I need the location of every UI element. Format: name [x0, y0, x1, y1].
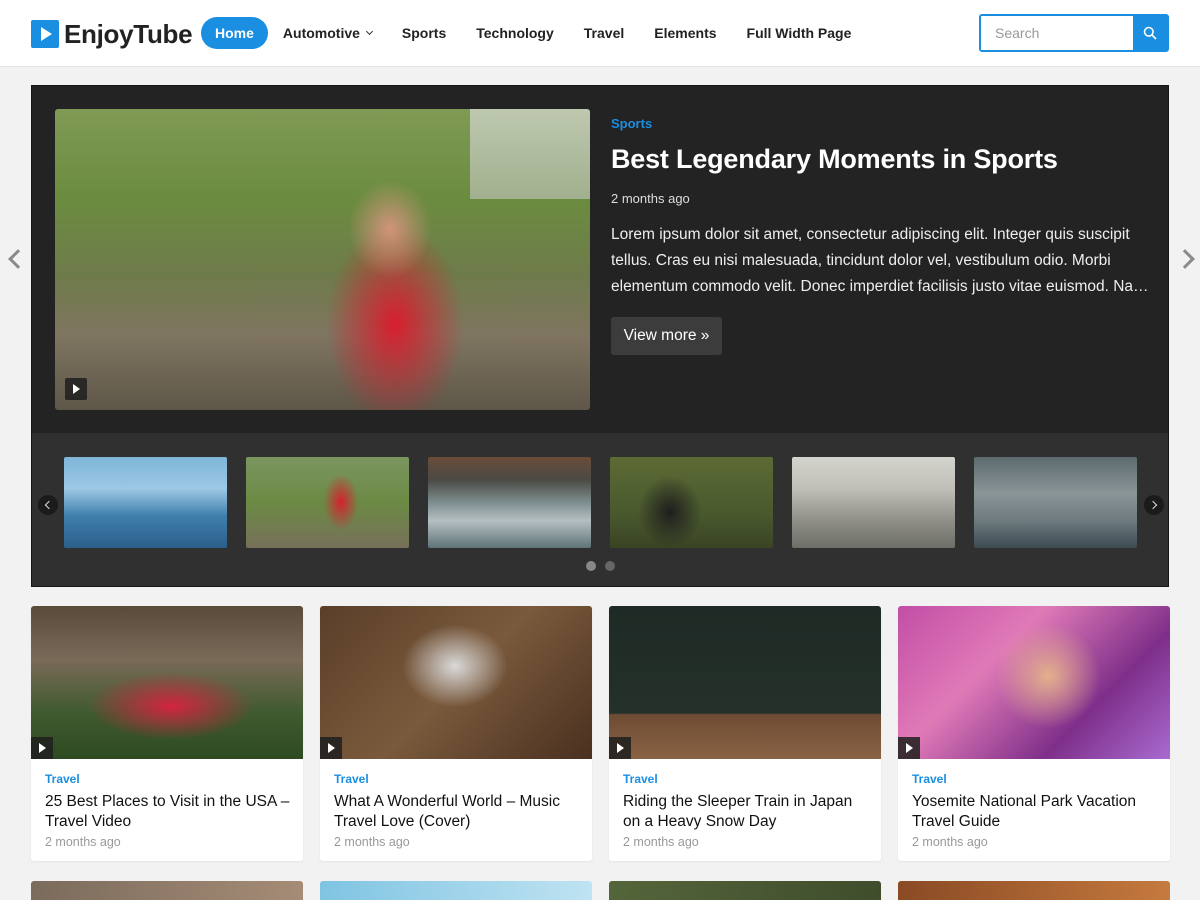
carousel-thumbnail[interactable] [246, 457, 409, 548]
nav-item-full-width-page[interactable]: Full Width Page [732, 17, 867, 49]
carousel-thumbnail[interactable] [792, 457, 955, 548]
search-form [979, 14, 1169, 52]
play-icon[interactable] [320, 737, 342, 759]
carousel-next-icon[interactable] [1144, 495, 1164, 515]
hero-image[interactable] [55, 109, 590, 410]
carousel-dot-1[interactable] [586, 561, 596, 571]
view-more-button[interactable]: View more » [611, 317, 722, 355]
hero-title[interactable]: Best Legendary Moments in Sports [611, 144, 1058, 175]
card-date: 2 months ago [334, 835, 410, 849]
search-button[interactable] [1133, 16, 1167, 50]
hero-date: 2 months ago [611, 191, 690, 206]
card-category[interactable]: Travel [334, 772, 369, 786]
play-logo-icon [31, 20, 59, 48]
card-thumbnail-peek[interactable] [609, 881, 881, 900]
featured-slider: Sports Best Legendary Moments in Sports … [31, 85, 1169, 587]
carousel-thumbnail[interactable] [64, 457, 227, 548]
play-icon[interactable] [609, 737, 631, 759]
video-card[interactable]: Travel What A Wonderful World – Music Tr… [320, 606, 592, 861]
card-thumbnail-peek[interactable] [898, 881, 1170, 900]
card-thumbnail[interactable] [609, 606, 881, 759]
hero-category[interactable]: Sports [611, 116, 652, 131]
nav-item-sports[interactable]: Sports [387, 17, 461, 49]
carousel-thumbnail[interactable] [610, 457, 773, 548]
main-nav: Home Automotive Sports Technology Travel… [201, 17, 866, 49]
play-icon[interactable] [31, 737, 53, 759]
card-category[interactable]: Travel [623, 772, 658, 786]
nav-item-travel[interactable]: Travel [569, 17, 639, 49]
video-card[interactable]: Travel Yosemite National Park Vacation T… [898, 606, 1170, 861]
slider-prev-arrow-icon[interactable] [6, 248, 20, 270]
chevron-down-icon [365, 27, 373, 36]
card-date: 2 months ago [45, 835, 121, 849]
play-icon[interactable] [65, 378, 87, 400]
card-category[interactable]: Travel [45, 772, 80, 786]
carousel-thumbnail[interactable] [974, 457, 1137, 548]
card-title[interactable]: Riding the Sleeper Train in Japan on a H… [623, 792, 873, 832]
carousel-prev-icon[interactable] [38, 495, 58, 515]
nav-item-label: Automotive [282, 25, 360, 41]
nav-item-home[interactable]: Home [201, 17, 268, 49]
nav-item-technology[interactable]: Technology [461, 17, 569, 49]
video-card[interactable]: Travel Riding the Sleeper Train in Japan… [609, 606, 881, 861]
site-name: EnjoyTube [64, 18, 193, 49]
slider-next-arrow-icon[interactable] [1179, 248, 1193, 270]
site-logo[interactable]: EnjoyTube [31, 18, 193, 49]
search-input[interactable] [981, 16, 1133, 50]
card-date: 2 months ago [623, 835, 699, 849]
card-title[interactable]: Yosemite National Park Vacation Travel G… [912, 792, 1162, 832]
carousel-thumbnail[interactable] [428, 457, 591, 548]
card-thumbnail[interactable] [320, 606, 592, 759]
carousel-dot-2[interactable] [605, 561, 615, 571]
card-thumbnail-peek[interactable] [31, 881, 303, 900]
video-card[interactable]: Travel 25 Best Places to Visit in the US… [31, 606, 303, 861]
card-title[interactable]: What A Wonderful World – Music Travel Lo… [334, 792, 584, 832]
nav-item-automotive[interactable]: Automotive [268, 17, 387, 49]
card-category[interactable]: Travel [912, 772, 947, 786]
hero-image-background [470, 109, 590, 199]
hero-excerpt: Lorem ipsum dolor sit amet, consectetur … [611, 226, 1149, 295]
thumbnail-carousel [32, 433, 1168, 586]
card-thumbnail-peek[interactable] [320, 881, 592, 900]
search-icon [1143, 26, 1157, 40]
card-thumbnail[interactable] [898, 606, 1170, 759]
card-title[interactable]: 25 Best Places to Visit in the USA – Tra… [45, 792, 295, 832]
card-date: 2 months ago [912, 835, 988, 849]
card-thumbnail[interactable] [31, 606, 303, 759]
nav-item-elements[interactable]: Elements [639, 17, 731, 49]
play-icon[interactable] [898, 737, 920, 759]
site-header: EnjoyTube Home Automotive Sports Technol… [0, 0, 1200, 67]
